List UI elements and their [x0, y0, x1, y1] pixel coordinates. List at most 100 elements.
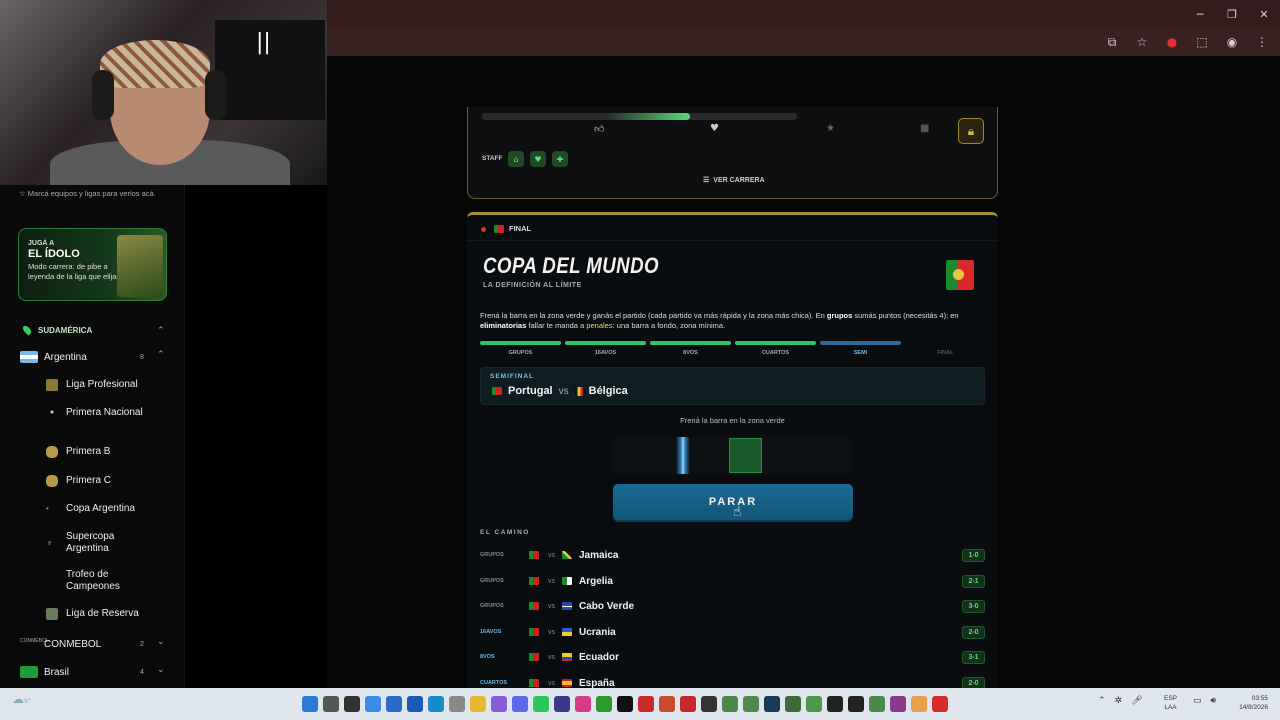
search-icon[interactable] [323, 696, 339, 712]
house-icon[interactable]: ⌂ [508, 151, 524, 167]
chrome-icon[interactable] [869, 696, 885, 712]
liga-de-reserva-icon [46, 608, 58, 620]
volume-icon[interactable]: 🔊︎ [1211, 696, 1217, 706]
pause-icon: || [256, 30, 271, 55]
portugal-flag-icon [494, 225, 504, 233]
app-icon[interactable] [827, 696, 843, 712]
tiktok-icon[interactable] [617, 696, 633, 712]
discord-icon[interactable] [512, 696, 528, 712]
region-sudamerica[interactable]: SUDAMÉRICA [21, 324, 92, 336]
whatsapp-icon[interactable] [533, 696, 549, 712]
sidebar-item-argentina[interactable]: Argentina 8 ⌃ [0, 350, 185, 363]
steam-icon[interactable] [764, 696, 780, 712]
road-phase: CUARTOS [480, 680, 508, 686]
extension-red-icon[interactable]: ● [1164, 34, 1180, 50]
sidebar-item-copa-argentina[interactable]: • Copa Argentina [46, 503, 135, 515]
file-explorer-icon[interactable] [470, 696, 486, 712]
tournament-stages: GRUPOS 16AVOS 8VOS CUARTOS SEMI FINAL [480, 341, 986, 356]
pill-icon[interactable]: ✚ [552, 151, 568, 167]
task-view-icon[interactable] [344, 696, 360, 712]
pdf-icon[interactable] [638, 696, 654, 712]
sidebar-item-primera-nacional[interactable]: ● Primera Nacional [46, 407, 146, 419]
career-progress-track [482, 113, 797, 120]
microphone-icon[interactable]: 🎤︎ [1131, 696, 1142, 706]
promo-kicker: JUGÁ A [28, 240, 55, 247]
chevron-up-icon[interactable]: ⌃ [157, 350, 165, 360]
portugal-flag-icon [492, 387, 502, 395]
app-icon[interactable] [680, 696, 696, 712]
league-label: Primera Nacional [66, 407, 143, 418]
sidebar-item-primera-b[interactable]: Primera B [46, 446, 110, 458]
outlook-icon[interactable] [386, 696, 402, 712]
app-icon[interactable] [890, 696, 906, 712]
minimize-icon[interactable]: ─ [1184, 0, 1216, 28]
stage-label: 16AVOS [594, 350, 617, 356]
clock[interactable]: 03:55 14/8/2026 [1228, 694, 1268, 712]
nvidia-icon[interactable] [785, 696, 801, 712]
chrome-icon[interactable] [743, 696, 759, 712]
settings-icon[interactable]: ✲ [1115, 696, 1123, 706]
minecraft-icon[interactable] [596, 696, 612, 712]
desc-text: fallar te manda a [526, 321, 587, 330]
sidebar-item-liga-de-reserva[interactable]: Liga de Reserva [46, 608, 139, 620]
match-kicker: SEMIFINAL [490, 373, 535, 380]
heart-icon[interactable]: ♥ [530, 151, 546, 167]
extensions-icon[interactable]: ⬚ [1194, 34, 1210, 50]
algeria-flag-icon [562, 577, 572, 585]
store-icon[interactable] [407, 696, 423, 712]
restore-icon[interactable]: ❐ [1216, 0, 1248, 28]
copilot-icon[interactable] [365, 696, 381, 712]
chrome-icon[interactable] [722, 696, 738, 712]
game-subtitle: LA DEFINICIÓN AL LÍMITE [483, 282, 582, 289]
chrome-active-icon[interactable] [806, 696, 822, 712]
app-icon[interactable] [554, 696, 570, 712]
headset-right [205, 70, 227, 120]
app-icon[interactable] [911, 696, 927, 712]
star-icon[interactable]: ☆ [1134, 34, 1150, 50]
league-label: Liga Profesional [66, 379, 138, 390]
instruction: Frená la barra en la zona verde [680, 416, 785, 425]
sidebar-item-supercopa-argentina[interactable]: ♆ Supercopa Argentina [46, 531, 156, 555]
sidebar-item-primera-c[interactable]: Primera C [46, 475, 111, 487]
profile-icon[interactable]: ◉ [1224, 34, 1240, 50]
app-icon[interactable] [932, 696, 948, 712]
vs-label: vs [548, 628, 555, 636]
edge-icon[interactable] [428, 696, 444, 712]
stage-label: GRUPOS [508, 350, 533, 356]
chevron-up-icon[interactable]: ⌃ [1098, 696, 1106, 706]
career-progress-fill [482, 113, 690, 120]
promo-desc: Modo carrera: de pibe a leyenda de la li… [28, 262, 121, 281]
obs-icon[interactable] [701, 696, 717, 712]
instagram-icon[interactable] [575, 696, 591, 712]
trophy-icon: ♆ [46, 538, 53, 548]
ver-carrera-button[interactable]: ☰ VER CARRERA [703, 176, 765, 185]
conmebol-icon: CONMEBOL [20, 638, 49, 644]
road-row: 8VOS vs Ecuador 3-1 [480, 647, 985, 667]
start-icon[interactable] [302, 696, 318, 712]
favorites-hint: ☆ Marcá equipos y ligas para verlos acá. [19, 189, 156, 198]
road-row: GRUPOS vs Jamaica 1-0 [480, 545, 985, 565]
sidebar-item-brasil[interactable]: Brasil 4 ⌄ [0, 665, 185, 678]
cast-icon[interactable]: ⧉ [1104, 34, 1120, 50]
app-icon[interactable] [848, 696, 864, 712]
chevron-down-icon[interactable]: ⌄ [157, 665, 165, 675]
network-icon[interactable]: ▭ [1193, 696, 1202, 706]
sidebar-item-liga-profesional[interactable]: Liga Profesional [46, 379, 138, 391]
country-count: 2 [140, 640, 144, 648]
weather-widget[interactable]: ☁︎9° [12, 692, 31, 706]
onenote-icon[interactable] [491, 696, 507, 712]
chevron-down-icon[interactable]: ⌄ [157, 637, 165, 647]
menu-icon[interactable]: ⋮ [1254, 34, 1270, 50]
heart-icon: ♥ [710, 123, 719, 134]
close-icon[interactable]: ✕ [1248, 0, 1280, 28]
sidebar-item-conmebol[interactable]: CONMEBOL CONMEBOL 2 ⌄ [0, 637, 185, 650]
thumbs-up-icon: 👍︎ [594, 124, 605, 135]
brave-icon[interactable] [659, 696, 675, 712]
card-header: FINAL [467, 215, 998, 241]
el-idolo-promo[interactable]: JUGÁ A EL ÍDOLO Modo carrera: de pibe a … [18, 228, 167, 301]
language-indicator[interactable]: ESP LAA [1164, 694, 1177, 712]
sidebar-item-trofeo-de-campeones[interactable]: Trofeo de Campeones [46, 569, 156, 593]
app-icon[interactable] [449, 696, 465, 712]
chevron-up-icon[interactable]: ⌃ [157, 326, 165, 336]
stage-label: 8VOS [683, 350, 698, 356]
